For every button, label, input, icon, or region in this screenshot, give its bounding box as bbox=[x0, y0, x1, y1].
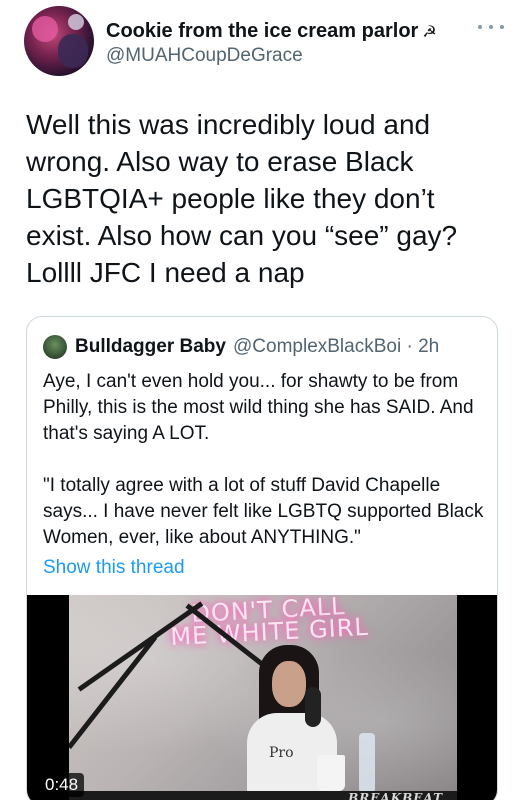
more-dot bbox=[500, 25, 504, 29]
avatar-detail bbox=[58, 34, 88, 68]
hammer-sickle-icon: ☭ bbox=[422, 24, 437, 41]
quoted-author-avatar[interactable] bbox=[43, 335, 67, 359]
quoted-author-name[interactable]: Bulldagger Baby bbox=[75, 336, 226, 358]
microphone-icon bbox=[305, 687, 321, 727]
video-thumbnail: DON'T CALL ME WHITE GIRL Pro BREAKBEAT bbox=[69, 595, 457, 800]
person-face bbox=[272, 661, 306, 707]
author-name-text: Cookie from the ice cream parlor bbox=[106, 20, 419, 42]
cup bbox=[317, 755, 345, 791]
breakbeat-logo: BREAKBEAT bbox=[348, 791, 443, 800]
author-handle[interactable]: @MUAHCoupDeGrace bbox=[106, 45, 303, 67]
quoted-tweet-text: Aye, I can't even hold you... for shawty… bbox=[43, 371, 484, 548]
show-thread-link[interactable]: Show this thread bbox=[43, 557, 185, 579]
author-display-name[interactable]: Cookie from the ice cream parlor ☭ bbox=[106, 20, 437, 43]
more-dot bbox=[489, 25, 493, 29]
quoted-author-handle-time[interactable]: @ComplexBlackBoi · 2h bbox=[233, 336, 439, 358]
water-bottle bbox=[359, 733, 375, 793]
video-player[interactable]: DON'T CALL ME WHITE GIRL Pro BREAKBEAT 0… bbox=[27, 595, 497, 800]
shirt-print: Pro bbox=[269, 745, 294, 761]
author-avatar[interactable] bbox=[24, 6, 94, 76]
avatar-detail bbox=[32, 16, 58, 42]
quoted-tweet-card[interactable]: Bulldagger Baby @ComplexBlackBoi · 2h Ay… bbox=[26, 316, 498, 800]
tweet-header: Cookie from the ice cream parlor ☭ @MUAHC… bbox=[24, 6, 504, 80]
tweet-text: Well this was incredibly loud and wrong.… bbox=[26, 109, 458, 288]
quoted-tweet-header: Bulldagger Baby @ComplexBlackBoi · 2h bbox=[43, 335, 483, 359]
avatar-detail bbox=[68, 14, 84, 30]
more-options-button[interactable] bbox=[478, 20, 504, 34]
more-dot bbox=[478, 25, 482, 29]
video-duration-badge: 0:48 bbox=[39, 773, 85, 797]
